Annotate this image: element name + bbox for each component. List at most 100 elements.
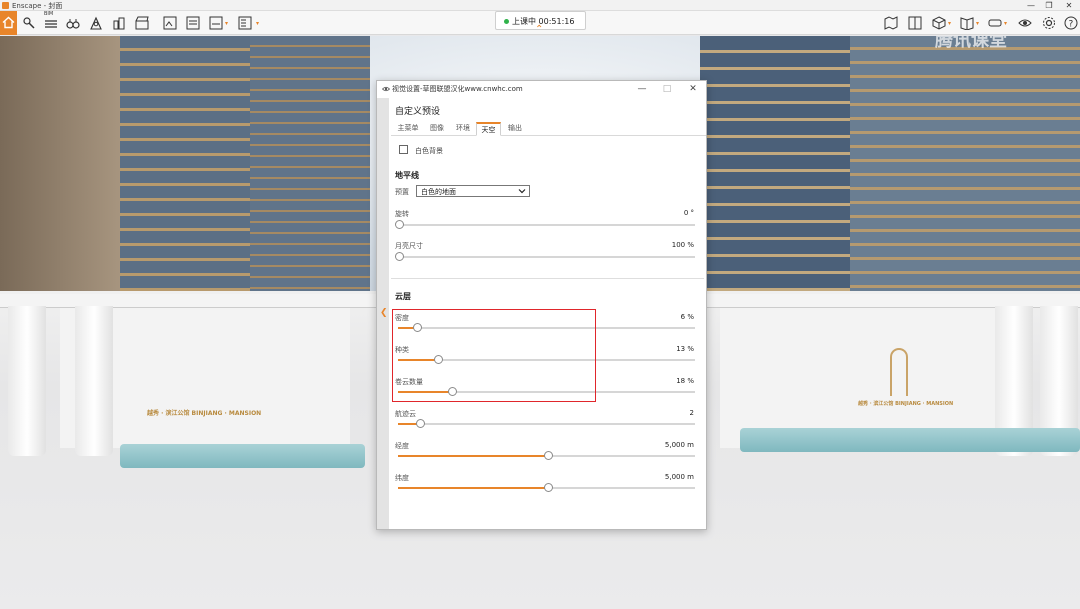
rotation-label: 旋转 xyxy=(395,210,409,218)
moon-size-slider[interactable] xyxy=(395,252,695,261)
visual-settings-dialog: 视觉设置-草图联盟汉化www.cnwhc.com — □ ✕ 自定义预设 主菜单… xyxy=(376,80,707,530)
cube-icon xyxy=(932,16,946,30)
dialog-close-button[interactable]: ✕ xyxy=(686,83,700,95)
home-button[interactable] xyxy=(0,11,17,35)
vr-headset-icon xyxy=(988,19,1002,27)
panel-icon xyxy=(908,16,922,30)
manual-dropdown-caret[interactable]: ▾ xyxy=(976,20,979,27)
app-title-bar: Enscape - 封面 — ❐ ✕ xyxy=(0,0,1080,11)
eye-icon xyxy=(1018,19,1032,27)
white-background-checkbox[interactable] xyxy=(399,145,408,154)
chevron-left-icon[interactable]: ❮ xyxy=(380,308,388,318)
building-right-2 xyxy=(850,36,1080,296)
latitude-value: 5,000 m xyxy=(664,473,694,481)
window-maximize-button[interactable]: ❐ xyxy=(1040,0,1058,11)
list-icon xyxy=(45,20,57,28)
tab-output[interactable]: 输出 xyxy=(503,122,527,136)
export-exe-icon xyxy=(238,16,252,30)
dialog-maximize-button[interactable]: □ xyxy=(660,83,674,95)
longitude-slider[interactable] xyxy=(398,451,695,460)
clapper-icon xyxy=(135,16,149,30)
slider-thumb[interactable] xyxy=(395,220,404,229)
tab-image[interactable]: 图像 xyxy=(425,122,449,136)
building-left-1 xyxy=(0,36,120,296)
contrails-label: 航迹云 xyxy=(395,410,416,418)
views-button[interactable] xyxy=(66,16,80,30)
rotation-slider-control[interactable] xyxy=(395,220,695,229)
slider-thumb[interactable] xyxy=(395,252,404,261)
density-value: 6 % xyxy=(680,313,694,321)
tencent-classroom-watermark: 腾讯课堂 xyxy=(935,36,1007,51)
horizon-preset-value: 白色的地面 xyxy=(421,188,456,196)
screenshot-button[interactable] xyxy=(163,16,177,30)
pillar xyxy=(8,306,46,456)
asset-library-button[interactable] xyxy=(89,16,103,30)
variety-value: 13 % xyxy=(676,345,694,353)
video-editor-button[interactable] xyxy=(135,16,149,30)
material-editor-button[interactable] xyxy=(932,16,946,30)
buildings-icon xyxy=(113,17,125,30)
slider-thumb[interactable] xyxy=(543,483,553,492)
bim-list-button[interactable] xyxy=(44,16,58,30)
arch-sculpture xyxy=(890,348,908,396)
settings-button[interactable] xyxy=(1042,16,1056,30)
export-dropdown-caret[interactable]: ▾ xyxy=(256,20,259,27)
visual-settings-button[interactable] xyxy=(1018,16,1032,30)
manual-button[interactable] xyxy=(960,16,974,31)
building-right-1 xyxy=(700,36,850,296)
people-icon xyxy=(90,16,102,30)
eye-icon xyxy=(382,86,390,92)
contrails-value: 2 xyxy=(689,409,694,417)
clouds-section-title: 云层 xyxy=(395,292,411,301)
pillar xyxy=(75,306,113,456)
live-status-dot xyxy=(504,19,509,24)
water-feature-right xyxy=(740,428,1080,452)
lobby-wall-right xyxy=(720,308,1020,448)
window-close-button[interactable]: ✕ xyxy=(1060,0,1078,11)
map-button[interactable] xyxy=(884,16,898,30)
tab-main-menu[interactable]: 主菜单 xyxy=(393,122,423,136)
material-dropdown-caret[interactable]: ▾ xyxy=(948,20,951,27)
help-button[interactable]: ? xyxy=(1064,16,1078,30)
enscape-logo-icon xyxy=(2,2,9,9)
toolbar-collapse-chevron-icon[interactable]: ⌃ xyxy=(535,24,543,35)
gear-icon xyxy=(1043,17,1055,29)
rotation-value: 0 ° xyxy=(683,209,694,217)
window-minimize-button[interactable]: — xyxy=(1022,0,1040,11)
contrails-slider[interactable] xyxy=(398,419,695,428)
panorama-dropdown-caret[interactable]: ▾ xyxy=(225,20,228,27)
water-feature-left xyxy=(120,444,365,468)
dialog-minimize-button[interactable]: — xyxy=(635,83,649,95)
map-icon xyxy=(884,16,898,30)
tab-sky[interactable]: 天空 xyxy=(476,122,501,136)
latitude-label: 纬度 xyxy=(395,474,409,482)
site-context-button[interactable] xyxy=(112,16,126,30)
cloud-settings-highlight-box xyxy=(392,309,596,402)
slider-thumb[interactable] xyxy=(543,451,553,460)
export-exe-button[interactable] xyxy=(238,16,252,30)
sign-left: 越秀 · 滨江公馆 BINJIANG · MANSION xyxy=(147,410,262,417)
latitude-slider[interactable] xyxy=(398,483,695,492)
panorama-button[interactable] xyxy=(209,16,223,30)
tools-button[interactable] xyxy=(22,16,36,30)
moon-size-value: 100 % xyxy=(671,241,694,249)
slider-thumb[interactable] xyxy=(415,419,425,428)
horizon-section-title: 地平线 xyxy=(395,171,419,180)
section-divider xyxy=(391,278,704,279)
tab-environment[interactable]: 环境 xyxy=(451,122,475,136)
moon-size-label: 月亮尺寸 xyxy=(395,242,423,250)
slider-track[interactable] xyxy=(398,224,695,226)
svg-text:?: ? xyxy=(1069,20,1074,30)
panel-button[interactable] xyxy=(908,16,922,30)
slider-track[interactable] xyxy=(398,256,695,258)
cirrus-amount-value: 18 % xyxy=(676,377,694,385)
batch-render-button[interactable] xyxy=(186,16,200,30)
horizon-preset-select[interactable]: 白色的地面 xyxy=(416,185,530,197)
white-background-label: 白色背景 xyxy=(415,147,443,155)
dialog-title-bar[interactable]: 视觉设置-草图联盟汉化www.cnwhc.com — □ ✕ xyxy=(377,81,706,98)
longitude-label: 经度 xyxy=(395,442,409,450)
vr-dropdown-caret[interactable]: ▾ xyxy=(1004,20,1007,27)
vr-headset-button[interactable] xyxy=(988,16,1002,30)
help-icon: ? xyxy=(1064,16,1078,30)
slider-track[interactable] xyxy=(398,423,695,425)
